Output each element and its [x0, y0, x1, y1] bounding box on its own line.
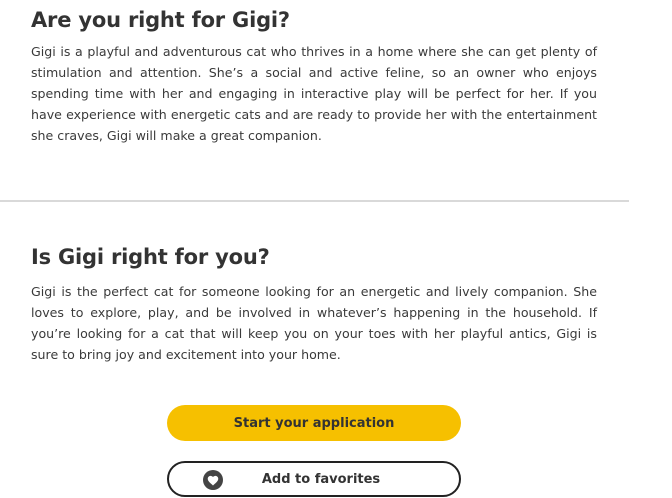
section-body-are-you-right: Gigi is a playful and adventurous cat wh…	[31, 44, 597, 143]
section-are-you-right: Are you right for Gigi? Gigi is a playfu…	[31, 8, 597, 146]
section-body-is-gigi-right: Gigi is the perfect cat for someone look…	[31, 284, 597, 362]
start-application-label: Start your application	[233, 415, 395, 431]
section-divider	[0, 200, 629, 202]
section-title-are-you-right: Are you right for Gigi?	[31, 8, 290, 32]
add-to-favorites-label: Add to favorites	[261, 471, 381, 487]
section-title-is-gigi-right: Is Gigi right for you?	[31, 245, 270, 269]
section-is-gigi-right: Is Gigi right for you? Gigi is the perfe…	[31, 245, 597, 365]
add-to-favorites-button[interactable]: Add to favorites	[167, 461, 461, 497]
start-application-button[interactable]: Start your application	[167, 405, 461, 441]
heart-icon	[203, 470, 223, 490]
